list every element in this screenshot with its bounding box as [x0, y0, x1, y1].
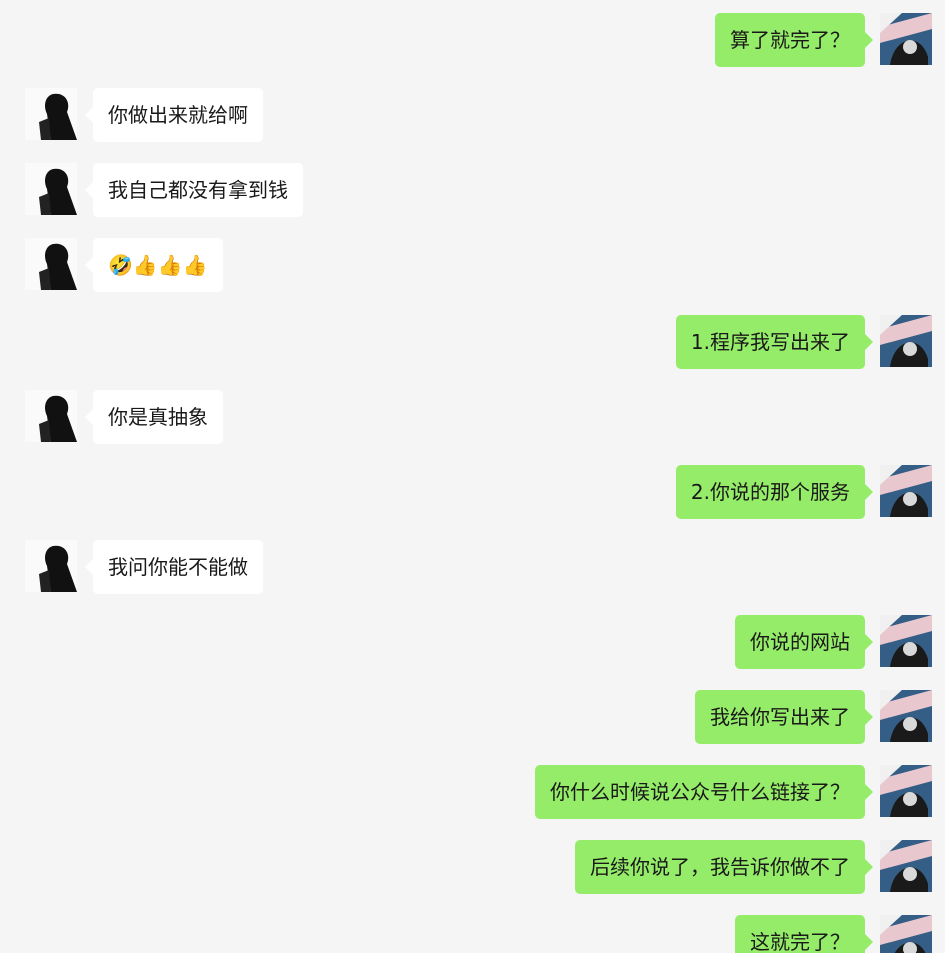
- message-bubble-sent[interactable]: 后续你说了，我告诉你做不了: [575, 840, 873, 894]
- message-row-received: 🤣👍👍👍: [0, 238, 945, 292]
- message-bubble-received[interactable]: 你是真抽象: [85, 390, 223, 444]
- my-avatar[interactable]: [880, 465, 932, 517]
- contact-avatar[interactable]: [25, 540, 77, 592]
- my-avatar[interactable]: [880, 765, 932, 817]
- message-row-sent: 后续你说了，我告诉你做不了: [0, 840, 945, 894]
- my-avatar[interactable]: [880, 915, 932, 953]
- message-row-received: 我自己都没有拿到钱: [0, 163, 945, 217]
- my-avatar[interactable]: [880, 840, 932, 892]
- message-row-sent: 这就完了？: [0, 915, 945, 953]
- message-bubble-received[interactable]: 我自己都没有拿到钱: [85, 163, 303, 217]
- message-bubble-sent[interactable]: 1.程序我写出来了: [675, 315, 874, 369]
- message-row-received: 你做出来就给啊: [0, 88, 945, 142]
- my-avatar[interactable]: [880, 315, 932, 367]
- my-avatar[interactable]: [880, 615, 932, 667]
- message-row-sent: 我给你写出来了: [0, 690, 945, 744]
- my-avatar[interactable]: [880, 690, 932, 742]
- message-bubble-sent[interactable]: 我给你写出来了: [695, 690, 873, 744]
- message-row-sent: 2.你说的那个服务: [0, 465, 945, 519]
- message-bubble-received[interactable]: 我问你能不能做: [85, 540, 263, 594]
- message-bubble-sent[interactable]: 这就完了？: [735, 915, 873, 953]
- message-bubble-received[interactable]: 你做出来就给啊: [85, 88, 263, 142]
- message-row-sent: 算了就完了？: [0, 13, 945, 67]
- my-avatar[interactable]: [880, 13, 932, 65]
- contact-avatar[interactable]: [25, 88, 77, 140]
- contact-avatar[interactable]: [25, 163, 77, 215]
- message-bubble-sent[interactable]: 你说的网站: [735, 615, 873, 669]
- message-bubble-emoji[interactable]: 🤣👍👍👍: [85, 238, 223, 292]
- message-bubble-sent[interactable]: 你什么时候说公众号什么链接了？: [535, 765, 873, 819]
- contact-avatar[interactable]: [25, 390, 77, 442]
- message-row-sent: 你说的网站: [0, 615, 945, 669]
- message-bubble-sent[interactable]: 算了就完了？: [715, 13, 873, 67]
- message-bubble-sent[interactable]: 2.你说的那个服务: [675, 465, 874, 519]
- message-row-sent: 你什么时候说公众号什么链接了？: [0, 765, 945, 819]
- contact-avatar[interactable]: [25, 238, 77, 290]
- message-row-received: 你是真抽象: [0, 390, 945, 444]
- message-row-sent: 1.程序我写出来了: [0, 315, 945, 369]
- message-row-received: 我问你能不能做: [0, 540, 945, 594]
- chat-message-list[interactable]: 算了就完了？ 你做出来就给啊 我自己都没有拿到钱 🤣👍👍👍 1.程序我写出来了: [0, 0, 945, 953]
